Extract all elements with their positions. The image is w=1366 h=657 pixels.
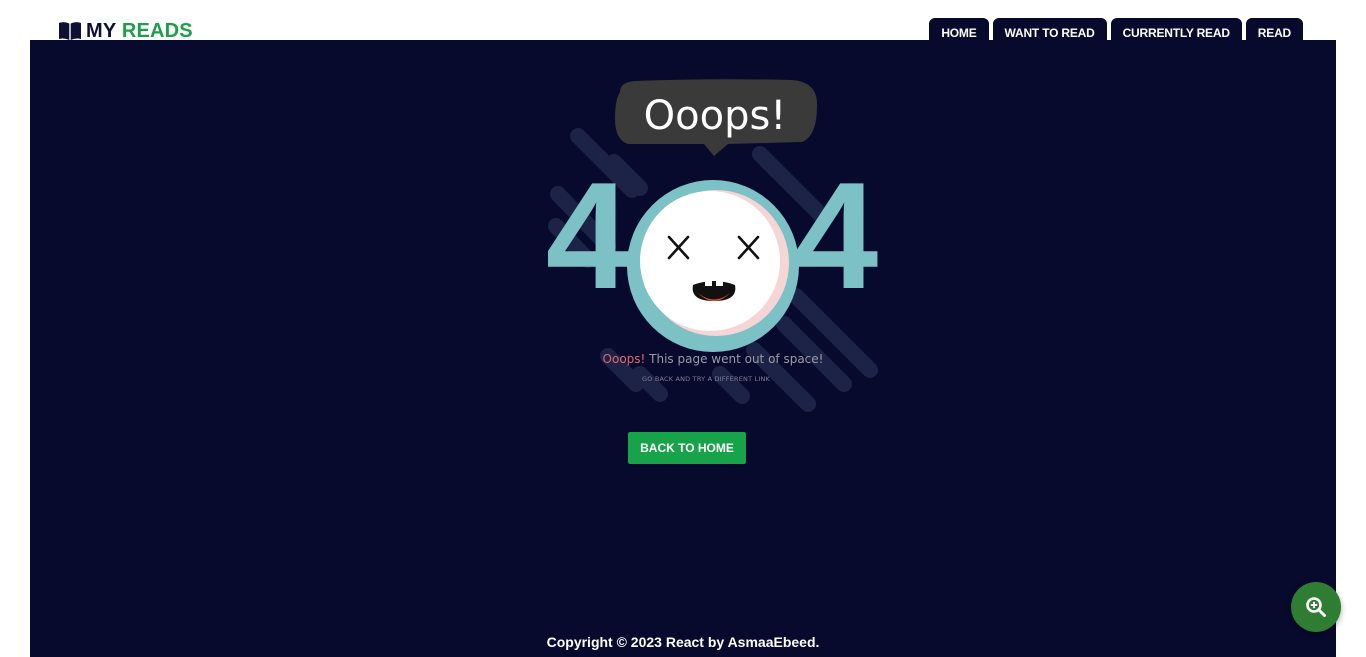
nav-home[interactable]: HOME	[929, 18, 989, 48]
error-404-illustration: 4 4 Ooops! Ooops! This page went out of …	[546, 79, 879, 412]
error-digit-left: 4	[546, 151, 631, 321]
page: MY READS HOME WANT TO READ CURRENTLY REA…	[0, 0, 1366, 657]
back-to-home-button[interactable]: BACK TO HOME	[628, 432, 746, 464]
error-digit-right: 4	[794, 151, 879, 321]
mouth-icon	[692, 281, 736, 301]
nav-read[interactable]: READ	[1245, 18, 1303, 48]
nav-currently-read[interactable]: CURRENTLY READ	[1110, 18, 1242, 48]
zoom-in-icon	[1306, 597, 1326, 617]
footer-copyright: Copyright © 2023 React by AsmaaEbeed.	[546, 634, 820, 650]
error-headline-accent: Ooops!	[603, 352, 646, 366]
brand-prefix: MY	[86, 20, 117, 42]
error-headline-text: This page went out of space!	[645, 352, 823, 366]
error-subline: GO BACK AND TRY A DIFFERENT LINK	[642, 375, 771, 383]
speech-bubble: Ooops!	[615, 79, 818, 156]
brand-accent: READS	[121, 20, 193, 42]
face	[640, 191, 780, 331]
main-nav: HOME WANT TO READ CURRENTLY READ READ	[929, 18, 1303, 48]
zoom-button[interactable]	[1291, 582, 1341, 632]
open-book-icon	[58, 21, 82, 41]
error-headline: Ooops! This page went out of space!	[603, 352, 824, 366]
main-content: 4 4 Ooops! Ooops! This page went out of …	[30, 40, 1336, 657]
nav-want-to-read[interactable]: WANT TO READ	[992, 18, 1107, 48]
speech-bubble-text: Ooops!	[644, 93, 787, 139]
